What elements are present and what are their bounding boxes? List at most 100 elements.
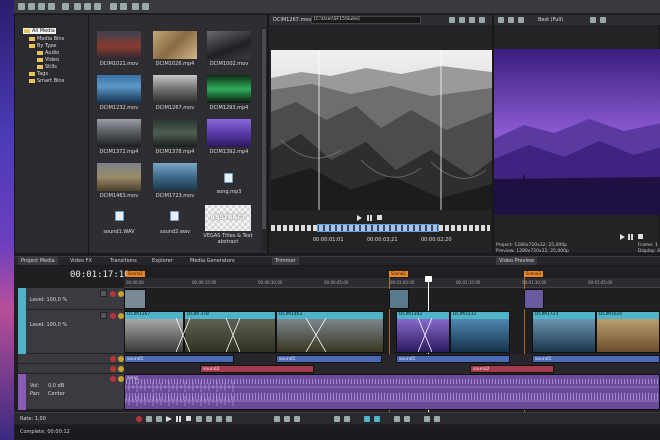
track-mute-icon[interactable]	[110, 313, 116, 319]
preview-quality-select[interactable]: Best (Full)	[538, 17, 563, 23]
trim-icon[interactable]	[344, 416, 350, 422]
audio-clip[interactable]: sound1	[532, 355, 660, 363]
audio-clip[interactable]: sound1	[396, 355, 510, 363]
record-icon[interactable]	[132, 3, 139, 10]
media-thumb[interactable]	[153, 163, 197, 191]
zoom-out-icon[interactable]	[434, 416, 440, 422]
media-thumb[interactable]	[97, 119, 141, 147]
marker-icon[interactable]	[394, 416, 400, 422]
audio-clip[interactable]: sound2	[470, 365, 554, 373]
tree-item-stills[interactable]: Stills	[37, 64, 57, 70]
crossfade-icon[interactable]	[418, 318, 432, 352]
preview-copy-icon[interactable]	[590, 17, 596, 23]
preview-split-icon[interactable]	[508, 17, 514, 23]
track-mute-icon[interactable]	[110, 376, 116, 382]
ripple-icon[interactable]	[374, 416, 380, 422]
tab-video-fx[interactable]: Video FX	[70, 258, 92, 264]
crossfade-icon[interactable]	[176, 318, 190, 352]
properties-icon[interactable]	[48, 3, 55, 10]
media-thumb[interactable]	[207, 31, 251, 59]
tab-trimmer[interactable]: Trimmer	[272, 257, 299, 265]
preview-play-icon[interactable]	[620, 234, 625, 240]
track-mute-icon[interactable]	[110, 291, 116, 297]
tab-project-media[interactable]: Project Media	[18, 257, 58, 265]
media-thumb[interactable]	[153, 119, 197, 147]
track-fx-icon[interactable]	[100, 312, 107, 319]
edit-tool-icon[interactable]	[274, 416, 280, 422]
media-thumb[interactable]	[97, 31, 141, 59]
tree-item-video[interactable]: Video	[37, 57, 59, 63]
preview-stop-icon[interactable]	[638, 234, 643, 239]
crossfade-icon[interactable]	[226, 318, 240, 352]
audio-vol-value[interactable]: 0,0 dB	[48, 383, 64, 389]
timeline-ruler[interactable]: 00:00:00 00:00:15:00 00:00:30:00 00:00:4…	[124, 278, 660, 288]
snap-icon[interactable]	[364, 416, 370, 422]
rate-label[interactable]: Rate: 1,00	[20, 416, 46, 422]
track-header-1[interactable]: Level: 100,0 %	[18, 288, 124, 310]
audio-clip[interactable]: sound1	[124, 355, 234, 363]
envelope-tool-icon[interactable]	[284, 416, 290, 422]
playhead-handle[interactable]	[425, 276, 432, 282]
audio-clip[interactable]: sound1	[276, 355, 382, 363]
tab-video-preview[interactable]: Video Preview	[496, 257, 538, 265]
title-thumb[interactable]: ABSTRACT	[205, 205, 251, 231]
pause-icon[interactable]	[176, 416, 181, 422]
video-clip[interactable]	[124, 289, 146, 309]
trimmer-toolbar-icon[interactable]	[479, 17, 485, 23]
tree-item-all-media[interactable]: All Media	[23, 28, 56, 34]
marker-scene1[interactable]: Scene1	[126, 271, 145, 277]
track-header-3[interactable]	[18, 354, 124, 364]
trimmer-toolbar-icon[interactable]	[459, 17, 465, 23]
media-thumb[interactable]	[153, 31, 197, 59]
track-mute-icon[interactable]	[110, 356, 116, 362]
go-start-icon[interactable]	[196, 416, 202, 422]
track-fx-icon[interactable]	[100, 290, 107, 297]
media-thumb[interactable]	[97, 75, 141, 103]
play-icon[interactable]	[357, 215, 362, 221]
open-icon[interactable]	[28, 3, 35, 10]
trimmer-path[interactable]: [C:\User\SF15\Suite]	[311, 16, 421, 24]
copy-icon[interactable]	[84, 3, 91, 10]
tab-explorer[interactable]: Explorer	[152, 258, 173, 264]
marker-scene3[interactable]: Scene3	[524, 271, 543, 277]
media-thumb[interactable]	[207, 119, 251, 147]
video-clip[interactable]: DCIM1232	[450, 311, 510, 353]
track-header-4[interactable]	[18, 364, 124, 374]
record-icon[interactable]	[136, 416, 142, 422]
trimmer-toolbar-icon[interactable]	[469, 17, 475, 23]
tree-item-by-type[interactable]: By Type	[29, 43, 56, 49]
audio-file-icon[interactable]	[115, 211, 124, 221]
audio-pan-value[interactable]: Center	[48, 391, 65, 397]
track2-level[interactable]: Level: 100,0 %	[30, 322, 67, 328]
tree-item-audio[interactable]: Audio	[37, 50, 59, 56]
prev-frame-icon[interactable]	[216, 416, 222, 422]
tree-item-smart-bins[interactable]: Smart Bins	[29, 78, 64, 84]
preview-settings-icon[interactable]	[498, 17, 504, 23]
audio-file-icon[interactable]	[224, 173, 233, 183]
video-clip[interactable]: DCIM1463	[276, 311, 384, 353]
redo-icon[interactable]	[120, 3, 127, 10]
zoom-in-icon[interactable]	[424, 416, 430, 422]
video-clip[interactable]	[389, 289, 409, 309]
settings-icon[interactable]	[62, 3, 69, 10]
tree-item-media-bins[interactable]: Media Bins	[29, 36, 64, 42]
track1-level[interactable]: Level: 100,0 %	[30, 297, 67, 303]
play-start-icon[interactable]	[156, 416, 162, 422]
video-clip[interactable]	[524, 289, 544, 309]
trimmer-toolbar-icon[interactable]	[449, 17, 455, 23]
split-icon[interactable]	[334, 416, 340, 422]
new-icon[interactable]	[18, 3, 25, 10]
next-frame-icon[interactable]	[226, 416, 232, 422]
region-icon[interactable]	[404, 416, 410, 422]
tab-media-generators[interactable]: Media Generators	[190, 258, 235, 264]
song-audio-clip[interactable]: song	[124, 374, 660, 410]
audio-file-icon[interactable]	[170, 211, 179, 221]
video-clip[interactable]: DCIM1723	[532, 311, 596, 353]
cut-icon[interactable]	[74, 3, 81, 10]
undo-icon[interactable]	[110, 3, 117, 10]
track-mute-icon[interactable]	[110, 366, 116, 372]
preview-overlay-icon[interactable]	[518, 17, 524, 23]
media-thumb[interactable]	[97, 163, 141, 191]
tab-transitions[interactable]: Transitions	[110, 258, 137, 264]
trimmer-selection[interactable]	[317, 224, 439, 232]
